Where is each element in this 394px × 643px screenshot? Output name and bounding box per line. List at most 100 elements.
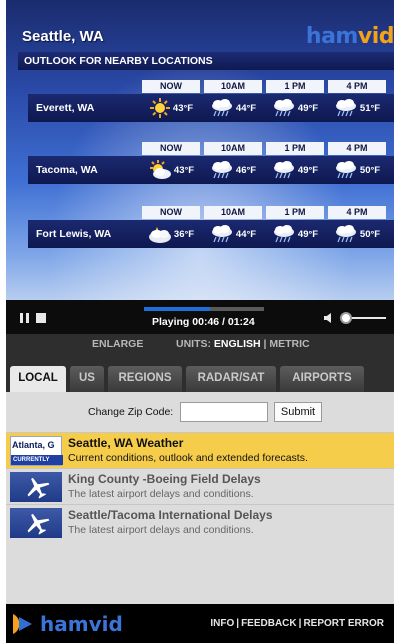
- pause-icon[interactable]: [20, 313, 30, 323]
- forecast-cell: 49°F: [266, 94, 324, 122]
- rain-cloud-icon: [335, 99, 356, 117]
- tab-local[interactable]: LOCAL: [10, 366, 66, 392]
- forecast-cell: 49°F: [266, 220, 324, 248]
- hour-label: 4 PM: [328, 80, 386, 93]
- rain-cloud-icon: [273, 99, 294, 117]
- zip-input[interactable]: [180, 402, 268, 422]
- rain-cloud-icon: [273, 225, 294, 243]
- hour-label: 4 PM: [328, 206, 386, 219]
- forecast-cell: 49°F: [266, 156, 324, 184]
- info-link[interactable]: INFO: [210, 618, 234, 629]
- location-name: Tacoma, WA: [36, 164, 98, 176]
- forecast-temp: 49°F: [297, 228, 319, 240]
- forecast-cell: 51°F: [328, 94, 386, 122]
- footer-links: INFO | FEEDBACK | REPORT ERROR: [210, 618, 384, 629]
- rain-cloud-icon: [211, 161, 232, 179]
- hour-label: 10AM: [204, 80, 262, 93]
- list-item-seatac[interactable]: Seattle/Tacoma International Delays The …: [6, 504, 394, 540]
- brand-part2: vid: [357, 24, 394, 49]
- forecast-cell: 46°F: [204, 156, 262, 184]
- list-item-desc: The latest airport delays and conditions…: [68, 524, 254, 536]
- video-player[interactable]: Seattle, WA hamvid OUTLOOK FOR NEARBY LO…: [6, 0, 394, 300]
- hour-label: NOW: [142, 142, 200, 155]
- tab-regions[interactable]: REGIONS: [108, 366, 182, 392]
- hour-label: NOW: [142, 80, 200, 93]
- footer-brand[interactable]: hamvid: [40, 612, 123, 636]
- forecast-cell: 43°F: [142, 156, 200, 184]
- location-name: Fort Lewis, WA: [36, 228, 112, 240]
- video-brand-logo: hamvid: [306, 24, 394, 49]
- video-city-title: Seattle, WA: [22, 28, 104, 45]
- units-metric[interactable]: METRIC: [269, 338, 309, 350]
- list-item-seattle-weather[interactable]: Atlanta, G CURRENTLY Seattle, WA Weather…: [6, 432, 394, 468]
- forecast-temp: 50°F: [359, 164, 381, 176]
- thumb-city: Atlanta, G: [12, 440, 55, 450]
- units-label: UNITS:: [176, 338, 214, 350]
- outlook-title: OUTLOOK FOR NEARBY LOCATIONS: [18, 52, 394, 70]
- weather-thumb: Atlanta, G CURRENTLY: [10, 436, 63, 466]
- list-item-desc: Current conditions, outlook and extended…: [68, 452, 308, 464]
- brand-part1: ham: [305, 24, 358, 49]
- tab-us[interactable]: US: [70, 366, 104, 392]
- forecast-temp: 50°F: [359, 228, 381, 240]
- rain-cloud-icon: [211, 225, 232, 243]
- tab-radar-sat[interactable]: RADAR/SAT: [186, 366, 276, 392]
- feedback-link[interactable]: FEEDBACK: [241, 618, 297, 629]
- hour-label: NOW: [142, 206, 200, 219]
- forecast-cell: 44°F: [204, 94, 262, 122]
- tab-content: Change Zip Code: Submit Atlanta, G CURRE…: [6, 392, 394, 604]
- units-english[interactable]: ENGLISH: [214, 338, 261, 350]
- forecast-temp: 46°F: [235, 164, 257, 176]
- hour-label: 1 PM: [266, 80, 324, 93]
- forecast-cell: 44°F: [204, 220, 262, 248]
- tab-bar: LOCAL US REGIONS RADAR/SAT AIRPORTS: [6, 356, 394, 392]
- forecast-temp: 43°F: [172, 102, 194, 114]
- rain-cloud-icon: [335, 225, 356, 243]
- cloudy-icon: [148, 227, 171, 243]
- list-item-boeing-field[interactable]: King County -Boeing Field Delays The lat…: [6, 468, 394, 504]
- forecast-cell: 36°F: [142, 220, 200, 248]
- units-selector: UNITS: ENGLISH | METRIC: [176, 338, 310, 350]
- forecast-temp: 36°F: [173, 228, 195, 240]
- forecast-cell: 43°F: [142, 94, 200, 122]
- partly-cloudy-icon: [149, 160, 171, 179]
- rain-cloud-icon: [273, 161, 294, 179]
- list-item-title: Seattle/Tacoma International Delays: [68, 508, 273, 522]
- forecast-temp: 51°F: [359, 102, 381, 114]
- location-row: Fort Lewis, WA 36°F 44°F 49°F 50°F: [28, 220, 394, 248]
- hour-label: 1 PM: [266, 142, 324, 155]
- airplane-icon: [10, 472, 62, 502]
- progress-bar[interactable]: [144, 307, 264, 311]
- footer: hamvid INFO | FEEDBACK | REPORT ERROR: [6, 604, 394, 643]
- tab-airports[interactable]: AIRPORTS: [280, 366, 364, 392]
- airplane-icon: [10, 508, 62, 538]
- sun-icon: [149, 98, 170, 118]
- forecast-temp: 44°F: [235, 228, 257, 240]
- hour-label: 1 PM: [266, 206, 324, 219]
- forecast-temp: 49°F: [297, 102, 319, 114]
- content-list: Atlanta, G CURRENTLY Seattle, WA Weather…: [6, 432, 394, 540]
- player-controls: Playing 00:46 / 01:24: [6, 300, 394, 334]
- hour-labels: NOW 10AM 1 PM 4 PM: [142, 80, 386, 93]
- list-item-title: King County -Boeing Field Delays: [68, 472, 261, 486]
- forecast-temp: 44°F: [235, 102, 257, 114]
- hour-label: 10AM: [204, 206, 262, 219]
- hour-label: 10AM: [204, 142, 262, 155]
- zip-submit-button[interactable]: Submit: [274, 402, 322, 422]
- hour-label: 4 PM: [328, 142, 386, 155]
- forecast-cell: 50°F: [328, 220, 386, 248]
- location-row: Tacoma, WA 43°F 46°F 49°F 50°F: [28, 156, 394, 184]
- rain-cloud-icon: [335, 161, 356, 179]
- stop-icon[interactable]: [36, 313, 46, 323]
- progress-fill: [144, 307, 210, 311]
- report-error-link[interactable]: REPORT ERROR: [303, 618, 384, 629]
- list-item-title: Seattle, WA Weather: [68, 436, 184, 450]
- units-bar: ENLARGE UNITS: ENGLISH | METRIC: [6, 334, 394, 356]
- volume-slider-handle[interactable]: [340, 312, 352, 324]
- enlarge-link[interactable]: ENLARGE: [92, 338, 143, 350]
- zip-form: Change Zip Code: Submit: [6, 392, 394, 432]
- zip-label: Change Zip Code:: [88, 406, 174, 418]
- forecast-temp: 49°F: [297, 164, 319, 176]
- volume-icon[interactable]: [324, 313, 331, 323]
- playback-status: Playing 00:46 / 01:24: [152, 316, 255, 328]
